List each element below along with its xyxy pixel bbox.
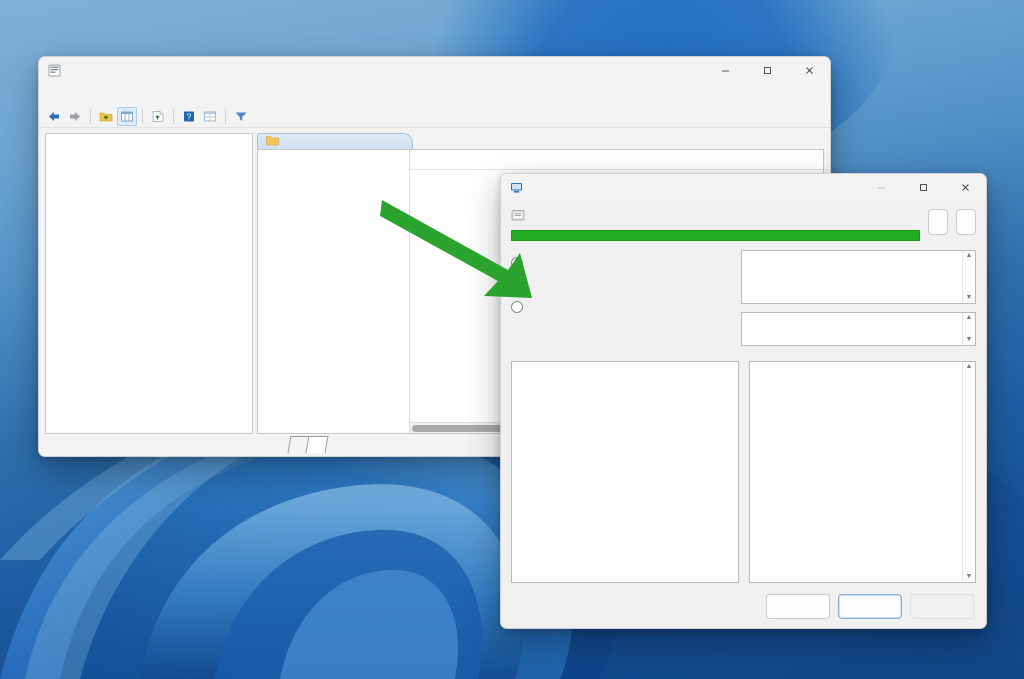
menu-bar[interactable] <box>39 84 830 106</box>
up-folder-icon[interactable] <box>96 107 116 126</box>
help-panel[interactable]: ▲ ▼ <box>748 361 976 583</box>
supported-scroll-up-icon[interactable]: ▲ <box>963 313 975 323</box>
radio-dot-unselected[interactable] <box>511 257 523 269</box>
main-caption-buttons[interactable] <box>704 57 830 84</box>
help-scrollbar[interactable]: ▲ ▼ <box>962 362 975 582</box>
comment-row: ▲ ▼ <box>629 250 976 304</box>
supported-scroll-down-icon[interactable]: ▼ <box>963 335 975 345</box>
radio-niet-geconfigureerd[interactable] <box>511 252 629 274</box>
toolbar-separator-3 <box>173 109 174 124</box>
options-column <box>511 357 739 583</box>
supported-on-value[interactable]: ▲ ▼ <box>741 312 976 346</box>
toolbar-separator-4 <box>225 109 226 124</box>
tab-standaard[interactable] <box>305 436 329 453</box>
filter-icon[interactable] <box>231 107 251 126</box>
scroll-up-icon[interactable]: ▲ <box>963 251 975 261</box>
menu-item-help[interactable] <box>99 93 117 97</box>
supported-on-label <box>629 312 741 313</box>
dialog-middle: ▲ ▼ ▲ ▼ <box>501 241 986 354</box>
menu-item-bestand[interactable] <box>45 93 63 97</box>
minimize-button[interactable] <box>704 57 746 84</box>
dialog-header-left <box>511 209 920 241</box>
svg-text:?: ? <box>187 112 192 122</box>
comment-textarea[interactable]: ▲ ▼ <box>741 250 976 304</box>
next-setting-button[interactable] <box>956 209 976 235</box>
scroll-down-icon[interactable]: ▼ <box>963 293 975 303</box>
ok-button[interactable] <box>766 593 830 619</box>
state-radio-group[interactable] <box>511 250 629 354</box>
toolbar[interactable]: ? <box>39 106 830 128</box>
show-tree-icon[interactable] <box>117 107 137 126</box>
maximize-button[interactable] <box>746 57 788 84</box>
setting-icon <box>511 209 525 225</box>
dialog-close-button[interactable] <box>944 174 986 201</box>
comment-scrollbar[interactable]: ▲ ▼ <box>962 251 975 303</box>
comment-label <box>629 250 741 251</box>
cancel-button[interactable] <box>838 593 902 619</box>
radio-uitgeschakeld[interactable] <box>511 296 629 318</box>
console-tree-pane[interactable] <box>45 133 253 434</box>
dialog-titlebar[interactable] <box>501 174 986 201</box>
help-column: ▲ ▼ <box>748 357 976 583</box>
help-scroll-down-icon[interactable]: ▼ <box>963 572 975 582</box>
toolbar-separator-2 <box>142 109 143 124</box>
dialog-header <box>501 201 986 241</box>
supported-scrollbar[interactable]: ▲ ▼ <box>962 313 975 345</box>
dialog-fields: ▲ ▼ ▲ ▼ <box>629 250 976 354</box>
folder-icon <box>266 135 279 149</box>
dialog-footer <box>501 584 986 628</box>
help-icon[interactable]: ? <box>179 107 199 126</box>
help-scroll-up-icon[interactable]: ▲ <box>963 362 975 372</box>
menu-item-beeld[interactable] <box>81 93 99 97</box>
policy-setting-icon <box>510 181 523 194</box>
options-panel[interactable] <box>511 361 739 583</box>
dialog-caption-buttons[interactable] <box>860 174 986 201</box>
forward-arrow-icon[interactable] <box>65 107 85 126</box>
list-header-row[interactable] <box>410 150 823 170</box>
desktop-background: ? ▲ ▼ ▲ ▼ ▲ ▼ <box>0 0 1024 679</box>
previous-setting-button[interactable] <box>928 209 948 235</box>
setting-description-pane <box>258 150 410 433</box>
policy-setting-dialog[interactable]: ▲ ▼ ▲ ▼ ▲ ▼ <box>500 173 987 629</box>
main-window-titlebar[interactable] <box>39 57 830 84</box>
console-tree[interactable] <box>46 134 252 138</box>
radio-dot-selected[interactable] <box>511 279 523 291</box>
apply-button <box>910 593 974 619</box>
green-highlight-bar <box>511 230 920 241</box>
menu-item-actie[interactable] <box>63 93 81 97</box>
export-list-icon[interactable] <box>148 107 168 126</box>
supported-on-row: ▲ ▼ <box>629 312 976 346</box>
gpedit-icon <box>48 64 61 77</box>
dialog-columns: ▲ ▼ <box>501 354 986 583</box>
back-arrow-icon[interactable] <box>44 107 64 126</box>
dialog-minimize-button <box>860 174 902 201</box>
radio-dot-unselected-2[interactable] <box>511 301 523 313</box>
dialog-maximize-button[interactable] <box>902 174 944 201</box>
tab-startmenu-en-taakbalk[interactable] <box>257 133 413 150</box>
radio-ingeschakeld[interactable] <box>511 274 629 296</box>
toolbar-separator-1 <box>90 109 91 124</box>
help-spacer <box>757 368 958 379</box>
close-button[interactable] <box>788 57 830 84</box>
results-tabstrip[interactable] <box>257 133 824 150</box>
properties-icon[interactable] <box>200 107 220 126</box>
dialog-header-title-row <box>511 209 920 225</box>
view-tabs[interactable] <box>287 436 329 453</box>
